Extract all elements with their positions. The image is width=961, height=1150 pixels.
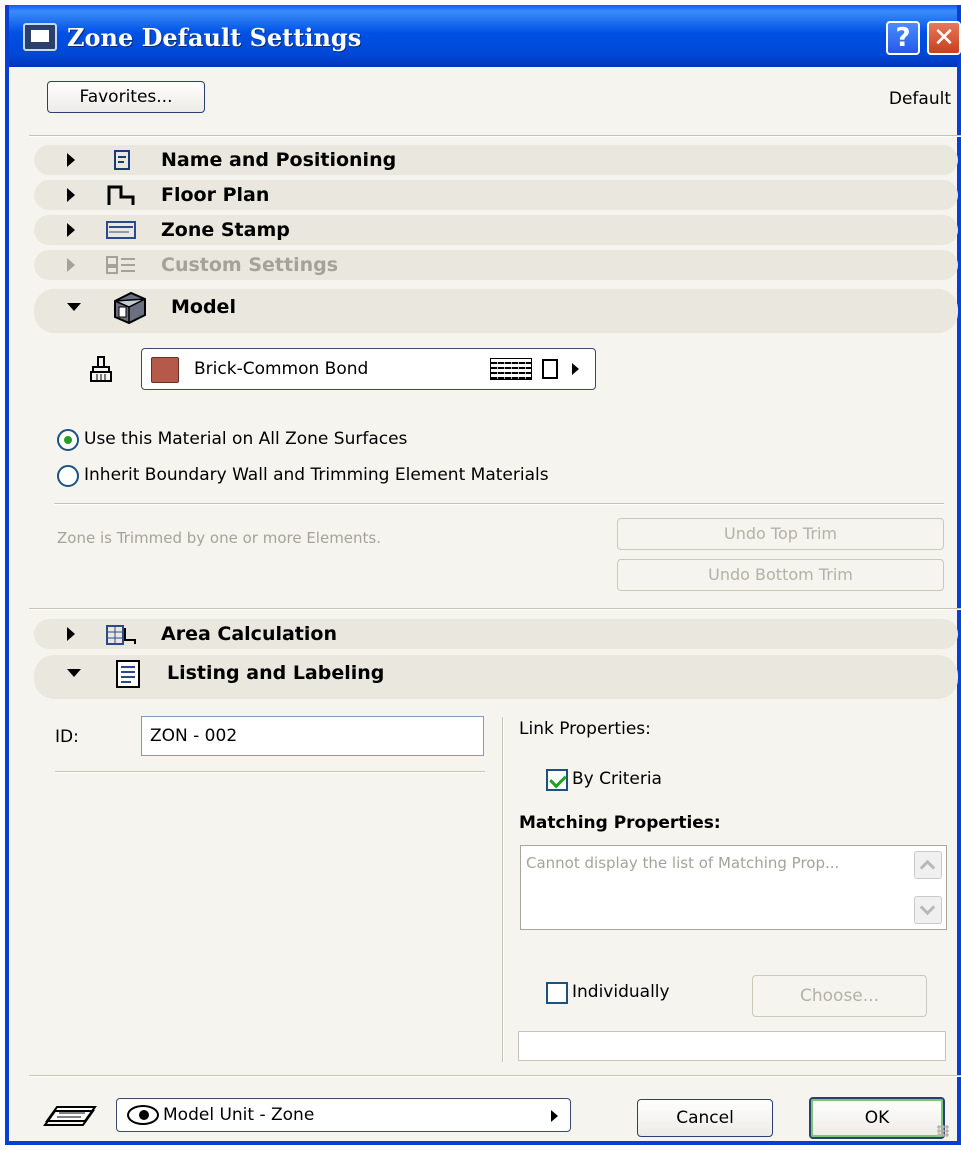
panel-zone-stamp[interactable]: Zone Stamp xyxy=(67,215,290,245)
matching-properties-message: Cannot display the list of Matching Prop… xyxy=(526,854,840,872)
model-unit-dropdown[interactable]: Model Unit - Zone xyxy=(116,1098,571,1132)
help-button[interactable]: ? xyxy=(886,21,920,55)
panel-name-positioning[interactable]: Name and Positioning xyxy=(67,145,396,175)
separator xyxy=(29,608,961,610)
undo-top-trim-button[interactable]: Undo Top Trim xyxy=(617,518,944,550)
model-icon xyxy=(111,289,147,325)
by-criteria-label[interactable]: By Criteria xyxy=(572,769,662,789)
material-swatch xyxy=(151,357,179,383)
separator xyxy=(54,503,944,505)
eye-icon xyxy=(127,1105,159,1125)
panel-label: Model xyxy=(171,296,236,318)
radio-all-surfaces[interactable] xyxy=(57,429,79,451)
zone-settings-dialog: Zone Default Settings ? ✕ Favorites... D… xyxy=(5,5,961,1145)
window-title: Zone Default Settings xyxy=(67,23,362,52)
close-button[interactable]: ✕ xyxy=(927,21,961,55)
custom-settings-icon xyxy=(105,253,137,277)
panel-label: Floor Plan xyxy=(161,184,270,206)
id-label: ID: xyxy=(55,727,79,747)
individually-label[interactable]: Individually xyxy=(572,982,670,1002)
material-menu-arrow-icon[interactable] xyxy=(572,363,579,375)
panel-area-calculation[interactable]: Area Calculation xyxy=(67,619,337,649)
listing-labeling-icon xyxy=(111,657,143,689)
panel-floor-plan[interactable]: Floor Plan xyxy=(67,180,269,210)
default-label: Default xyxy=(888,89,951,109)
material-picker[interactable]: Brick-Common Bond xyxy=(141,348,596,390)
resize-grip-icon[interactable] xyxy=(937,1125,949,1137)
material-pattern-icon xyxy=(490,358,532,380)
ok-button[interactable]: OK xyxy=(809,1097,945,1139)
individual-property-field xyxy=(518,1031,946,1061)
panel-model[interactable]: Model xyxy=(67,289,236,325)
material-name: Brick-Common Bond xyxy=(194,359,369,379)
cancel-button[interactable]: Cancel xyxy=(637,1099,773,1137)
panel-custom-settings: Custom Settings xyxy=(67,250,338,280)
panel-label: Name and Positioning xyxy=(161,149,397,171)
floor-plan-icon xyxy=(105,183,137,207)
collapse-arrow-icon[interactable] xyxy=(67,303,81,311)
area-calculation-icon xyxy=(105,622,137,646)
panel-label: Custom Settings xyxy=(161,254,339,276)
expand-arrow-icon[interactable] xyxy=(67,188,75,202)
scroll-up-arrow-icon[interactable] xyxy=(914,851,942,879)
by-criteria-checkbox[interactable] xyxy=(546,769,568,791)
expand-arrow-icon xyxy=(67,258,75,272)
collapse-arrow-icon[interactable] xyxy=(67,669,81,677)
choose-button[interactable]: Choose... xyxy=(752,975,927,1017)
panel-label: Area Calculation xyxy=(161,623,337,645)
individually-checkbox[interactable] xyxy=(546,982,568,1004)
undo-bottom-trim-button[interactable]: Undo Bottom Trim xyxy=(617,559,944,591)
layer-icon xyxy=(41,1099,101,1129)
trim-status-text: Zone is Trimmed by one or more Elements. xyxy=(57,529,382,547)
material-document-icon xyxy=(542,359,558,379)
vertical-divider xyxy=(502,717,504,1062)
expand-arrow-icon[interactable] xyxy=(67,223,75,237)
expand-arrow-icon[interactable] xyxy=(67,153,75,167)
radio-inherit-materials-label[interactable]: Inherit Boundary Wall and Trimming Eleme… xyxy=(84,465,549,485)
name-positioning-icon xyxy=(105,148,137,172)
radio-all-surfaces-label[interactable]: Use this Material on All Zone Surfaces xyxy=(84,429,407,449)
dropdown-arrow-icon[interactable] xyxy=(551,1110,558,1122)
panel-listing-labeling[interactable]: Listing and Labeling xyxy=(67,655,384,691)
expand-arrow-icon[interactable] xyxy=(67,627,75,641)
link-properties-label: Link Properties: xyxy=(519,719,651,739)
separator xyxy=(29,1075,961,1077)
paint-brush-icon xyxy=(89,355,113,383)
separator xyxy=(29,135,961,137)
app-icon xyxy=(23,23,57,51)
favorites-button[interactable]: Favorites... xyxy=(47,81,205,113)
zone-stamp-icon xyxy=(105,218,137,242)
separator xyxy=(55,771,485,773)
panel-label: Zone Stamp xyxy=(161,219,290,241)
model-unit-label: Model Unit - Zone xyxy=(163,1105,315,1125)
matching-properties-label: Matching Properties: xyxy=(519,813,721,833)
panel-label: Listing and Labeling xyxy=(167,662,385,684)
matching-properties-list[interactable]: Cannot display the list of Matching Prop… xyxy=(520,845,947,930)
id-input[interactable]: ZON - 002 xyxy=(141,716,484,756)
scroll-down-arrow-icon[interactable] xyxy=(914,896,942,924)
title-bar[interactable]: Zone Default Settings ? ✕ xyxy=(9,5,961,67)
radio-inherit-materials[interactable] xyxy=(57,465,79,487)
